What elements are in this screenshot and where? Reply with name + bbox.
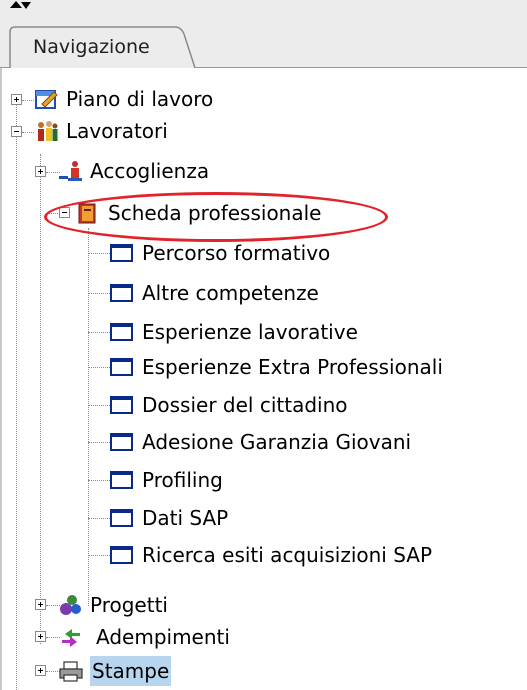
- tree-node-scheda-professionale[interactable]: Scheda professionale: [76, 198, 321, 228]
- navigation-tree: Piano di lavoro Lavoratori Accoglienza S…: [0, 68, 527, 690]
- folder-book-icon: [78, 203, 96, 224]
- tree-node-label: Altre competenze: [142, 281, 319, 305]
- workers-icon: [38, 121, 58, 141]
- window-icon: [110, 358, 133, 376]
- window-icon: [110, 244, 133, 262]
- window-icon: [110, 546, 133, 564]
- tree-node-label: Piano di lavoro: [66, 87, 214, 111]
- tree-line: [88, 228, 89, 606]
- tree-node-label: Ricerca esiti acquisizioni SAP: [142, 543, 433, 567]
- exchange-arrows-icon: [62, 629, 80, 647]
- tree-node-stampe[interactable]: Stampe: [58, 656, 172, 686]
- splitter-bar[interactable]: [0, 0, 527, 10]
- tree-node-label: Adesione Garanzia Giovani: [142, 430, 412, 454]
- tree-node-label: Adempimenti: [96, 625, 230, 649]
- window-icon: [110, 433, 133, 451]
- tree-node-label: Esperienze lavorative: [142, 320, 358, 344]
- tree-node-label: Lavoratori: [66, 119, 168, 143]
- tree-node-label: Scheda professionale: [108, 201, 322, 225]
- tree-node-dossier-del-cittadino[interactable]: Dossier del cittadino: [110, 390, 348, 420]
- window-icon: [110, 284, 133, 302]
- tree-line: [88, 555, 110, 556]
- tree-node-esperienze-extra-professionali[interactable]: Esperienze Extra Professionali: [110, 352, 443, 382]
- tree-node-lavoratori[interactable]: Lavoratori: [34, 116, 168, 146]
- tree-node-adesione-garanzia-giovani[interactable]: Adesione Garanzia Giovani: [110, 427, 411, 457]
- window-icon: [110, 396, 133, 414]
- tree-node-label: Dossier del cittadino: [142, 393, 348, 417]
- printer-icon: [59, 661, 83, 682]
- tree-line: [22, 132, 34, 133]
- tree-node-label: Profiling: [142, 468, 223, 492]
- tree-line: [88, 518, 110, 519]
- expand-icon[interactable]: [35, 631, 46, 642]
- tree-line: [88, 253, 110, 254]
- tree-node-altre-competenze[interactable]: Altre competenze: [110, 278, 319, 308]
- window-icon: [110, 323, 133, 341]
- tree-node-esperienze-lavorative[interactable]: Esperienze lavorative: [110, 317, 358, 347]
- reception-icon: [59, 161, 82, 181]
- tree-line: [88, 367, 110, 368]
- expand-icon[interactable]: [11, 94, 22, 105]
- tree-line: [88, 405, 110, 406]
- tab-bar: Navigazione: [0, 10, 527, 69]
- window-icon: [110, 509, 133, 527]
- tree-node-label: Esperienze Extra Professionali: [142, 355, 443, 379]
- tree-line: [16, 94, 17, 690]
- tree-node-percorso-formativo[interactable]: Percorso formativo: [110, 238, 330, 268]
- expand-icon[interactable]: [35, 599, 46, 610]
- panel-border: [0, 68, 2, 690]
- tree-node-ricerca-esiti-acquisizioni-sap[interactable]: Ricerca esiti acquisizioni SAP: [110, 540, 432, 570]
- tree-node-adempimenti[interactable]: Adempimenti: [58, 622, 230, 652]
- expand-icon[interactable]: [35, 166, 46, 177]
- projects-icon: [60, 595, 81, 615]
- tree-line: [40, 154, 41, 644]
- tree-node-label: Progetti: [90, 593, 168, 617]
- tree-line: [46, 213, 60, 214]
- tree-node-progetti[interactable]: Progetti: [58, 590, 168, 620]
- collapse-arrows-icon[interactable]: [9, 0, 33, 10]
- tree-node-label: Accoglienza: [90, 159, 210, 183]
- tab-label: Navigazione: [33, 36, 150, 58]
- calendar-icon: [35, 90, 58, 109]
- tree-line: [88, 480, 110, 481]
- tree-node-dati-sap[interactable]: Dati SAP: [110, 503, 228, 533]
- tree-node-label: Percorso formativo: [142, 241, 331, 265]
- tab-navigazione[interactable]: Navigazione: [9, 26, 197, 68]
- collapse-icon[interactable]: [11, 126, 22, 137]
- tree-line: [88, 332, 110, 333]
- collapse-icon[interactable]: [59, 207, 70, 218]
- tree-node-accoglienza[interactable]: Accoglienza: [58, 156, 209, 186]
- tree-node-label: Dati SAP: [142, 506, 229, 530]
- tree-node-piano-di-lavoro[interactable]: Piano di lavoro: [34, 84, 213, 114]
- tree-node-profiling[interactable]: Profiling: [110, 465, 223, 495]
- expand-icon[interactable]: [35, 665, 46, 676]
- tree-line: [22, 100, 34, 101]
- tree-line: [88, 442, 110, 443]
- tree-line: [88, 293, 110, 294]
- tree-node-label: Stampe: [90, 656, 172, 686]
- window-icon: [110, 471, 133, 489]
